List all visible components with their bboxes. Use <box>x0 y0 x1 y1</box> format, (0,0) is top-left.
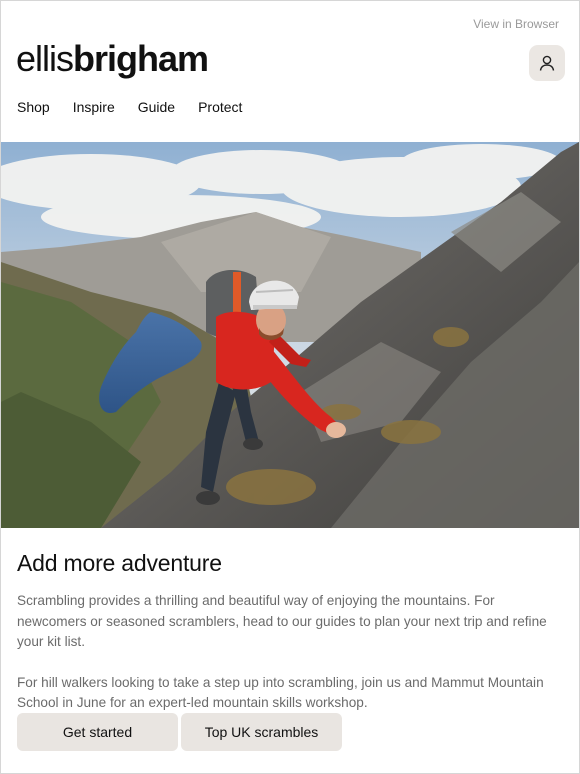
logo-light-text: ellis <box>16 38 74 79</box>
article-section: Add more adventure Scrambling provides a… <box>17 550 565 734</box>
cta-buttons: Get started Top UK scrambles <box>17 713 342 751</box>
account-button[interactable] <box>529 45 565 81</box>
article-title: Add more adventure <box>17 550 222 576</box>
nav-item-shop[interactable]: Shop <box>17 99 50 115</box>
main-nav: Shop Inspire Guide Protect <box>17 99 242 115</box>
nav-item-guide[interactable]: Guide <box>138 99 175 115</box>
email-frame: View in Browser ellisbrigham Shop Inspir… <box>0 0 580 774</box>
view-in-browser-link[interactable]: View in Browser <box>473 17 559 31</box>
article-paragraph-1: Scrambling provides a thrilling and beau… <box>17 593 547 649</box>
article-paragraph-2: For hill walkers looking to take a step … <box>17 674 544 711</box>
nav-item-inspire[interactable]: Inspire <box>73 99 115 115</box>
top-uk-scrambles-button[interactable]: Top UK scrambles <box>181 713 342 751</box>
nav-item-protect[interactable]: Protect <box>198 99 242 115</box>
logo-bold-text: brigham <box>73 38 209 79</box>
user-icon <box>539 55 555 71</box>
brand-logo[interactable]: ellisbrigham <box>16 38 209 79</box>
hero-image[interactable] <box>1 142 579 528</box>
hero-illustration <box>1 142 579 528</box>
get-started-button[interactable]: Get started <box>17 713 178 751</box>
